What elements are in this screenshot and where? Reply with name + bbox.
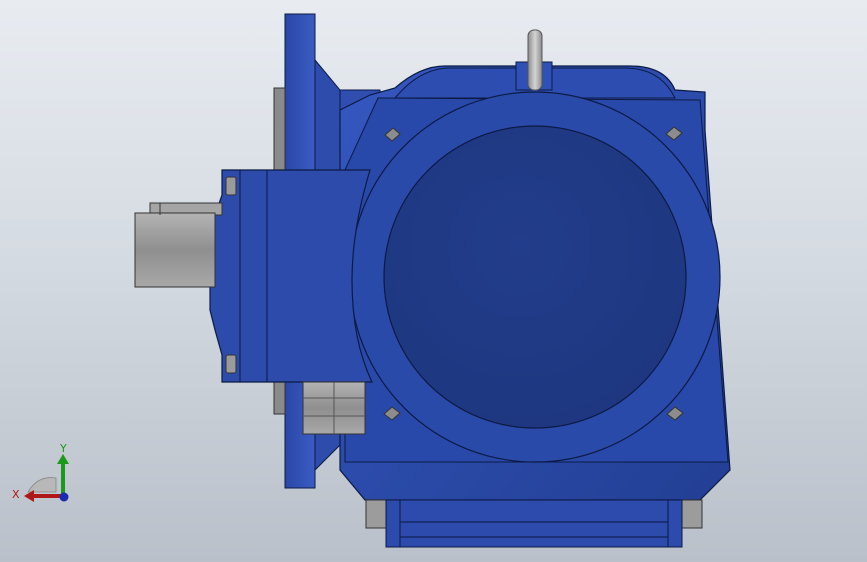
- base-plate: [385, 499, 683, 548]
- gear-motor-model[interactable]: [0, 0, 867, 562]
- triad-plane: [27, 477, 57, 493]
- flange-rib-upper: [314, 58, 341, 176]
- adapter-bolt-bottom: [225, 354, 237, 374]
- adapter-bolt-top: [225, 176, 237, 196]
- y-axis-label: Y: [59, 442, 67, 455]
- input-shaft: [134, 212, 216, 288]
- base-foot-right: [681, 499, 703, 529]
- breather-rod: [527, 29, 543, 91]
- z-axis-dot: [59, 492, 69, 502]
- input-adapter-housing: [209, 169, 373, 383]
- orientation-triad[interactable]: Y X: [8, 440, 78, 510]
- base-foot-left: [365, 499, 387, 529]
- x-axis-label: X: [12, 488, 20, 501]
- cad-viewport[interactable]: Y X: [0, 0, 867, 562]
- cover-inner-disk: [383, 125, 687, 429]
